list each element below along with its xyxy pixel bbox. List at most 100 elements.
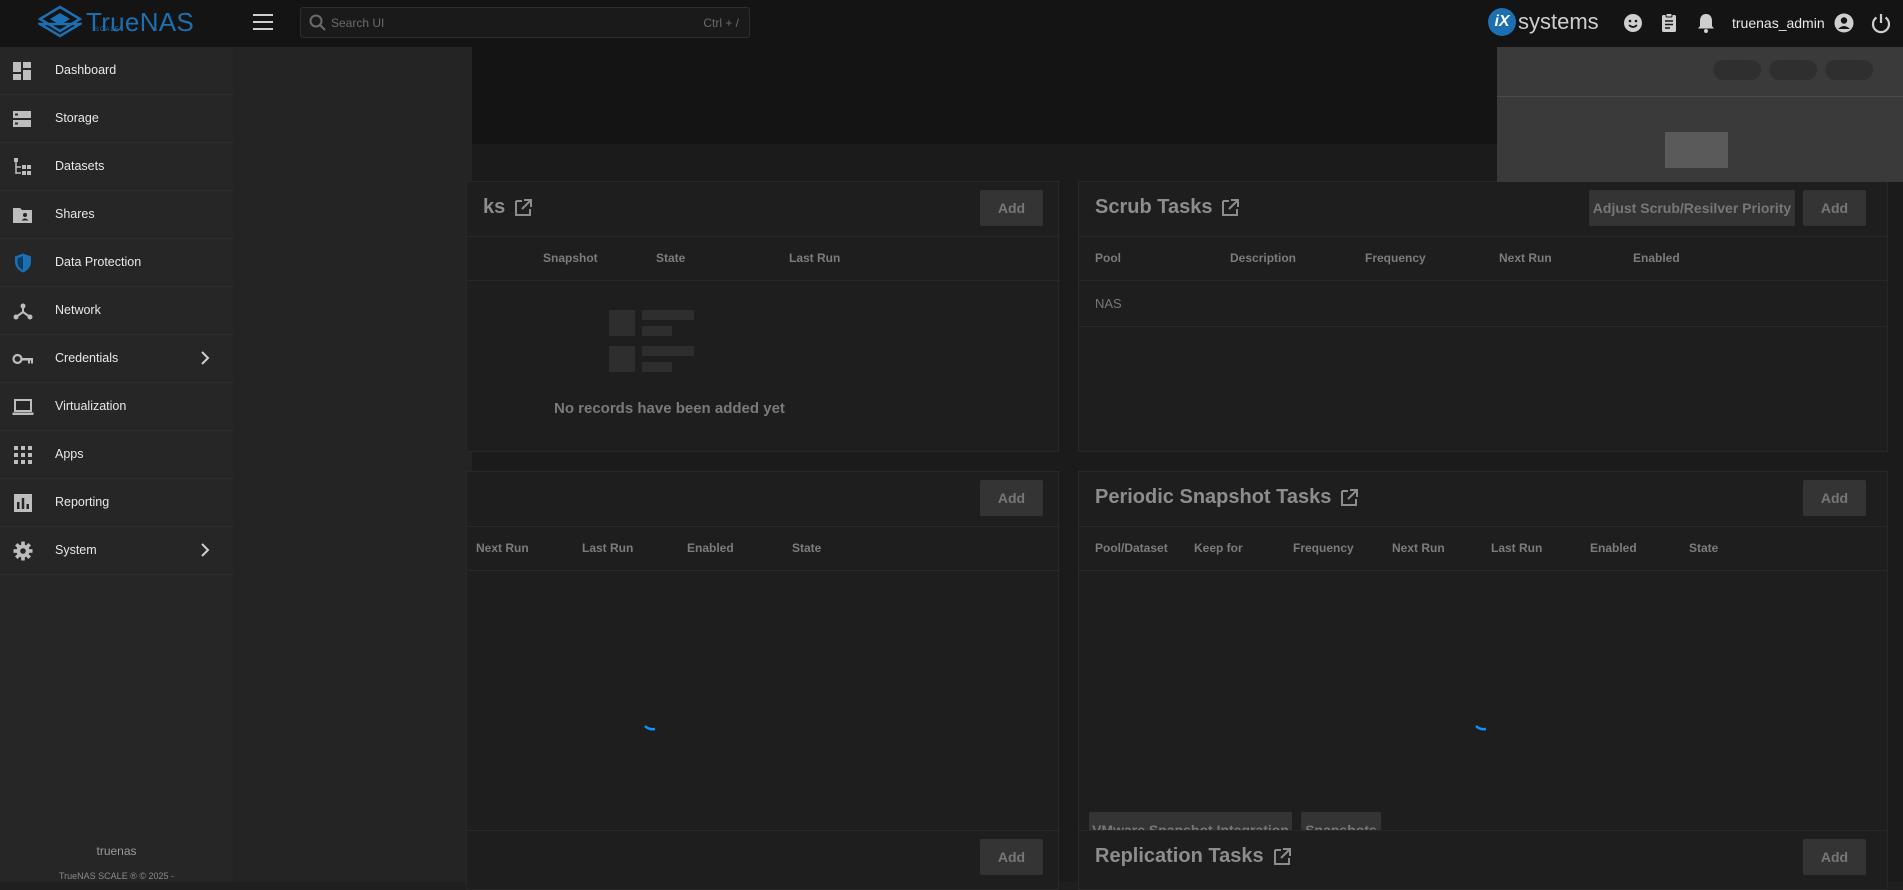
column-header[interactable]: Pool/Dataset (1095, 541, 1168, 555)
top-bar: TrueNAS SCALE Search UI Ctrl + / iX syst… (0, 0, 1903, 47)
add-button[interactable]: Add (980, 190, 1043, 226)
network-icon (13, 303, 33, 320)
placeholder-pill (1769, 60, 1817, 80)
sidebar-item-storage[interactable]: Storage (0, 95, 233, 143)
column-header[interactable]: State (656, 251, 685, 265)
table-header: Snapshot State Last Run (467, 236, 1060, 281)
adjust-scrub-priority-button[interactable]: Adjust Scrub/Resilver Priority (1589, 190, 1795, 226)
sidebar-item-label: Dashboard (55, 63, 117, 77)
copyright-label: TrueNAS SCALE ® © 2025 - (59, 871, 174, 881)
sidebar-item-data-protection[interactable]: Data Protection (0, 239, 233, 287)
column-header[interactable]: Pool (1095, 251, 1121, 265)
laptop-icon (12, 399, 34, 415)
table-header: Pool/Dataset Keep for Frequency Next Run… (1079, 526, 1887, 571)
column-header[interactable]: Next Run (1499, 251, 1552, 265)
add-button[interactable]: Add (1803, 190, 1866, 226)
apps-grid-icon (14, 446, 32, 464)
shares-icon (13, 208, 32, 223)
divider (1497, 96, 1903, 97)
username-label[interactable]: truenas_admin (1732, 15, 1825, 31)
open-in-new-icon[interactable] (1220, 198, 1240, 218)
loading-spinner-icon (644, 725, 656, 731)
sidebar-item-label: System (55, 543, 97, 557)
sidebar-subpanel (233, 47, 472, 882)
add-button[interactable]: Add (1803, 839, 1866, 875)
sidebar-item-system[interactable]: System (0, 527, 233, 575)
column-header[interactable]: Enabled (687, 541, 734, 555)
column-header[interactable]: Snapshot (543, 251, 598, 265)
sidebar-item-virtualization[interactable]: Virtualization (0, 383, 233, 431)
column-header[interactable]: Last Run (582, 541, 633, 555)
bottom-left-card: Add (466, 830, 1059, 890)
column-header[interactable]: Frequency (1365, 251, 1426, 265)
open-in-new-icon[interactable] (1339, 488, 1359, 508)
column-header[interactable]: Description (1230, 251, 1296, 265)
account-circle-icon[interactable] (1833, 12, 1855, 34)
loading-placeholder-panel (1497, 47, 1903, 182)
add-button[interactable]: Add (1803, 480, 1866, 516)
replication-tasks-card: Replication Tasks Add (1078, 830, 1888, 890)
column-header[interactable]: Enabled (1633, 251, 1680, 265)
table-row[interactable]: NAS (1079, 282, 1887, 327)
empty-state-message: No records have been added yet (554, 400, 785, 417)
card-title: Replication Tasks (1095, 845, 1292, 868)
clipboard-icon[interactable] (1658, 12, 1680, 34)
sidebar-item-label: Storage (55, 111, 99, 125)
sidebar-item-dashboard[interactable]: Dashboard (0, 47, 233, 95)
card-title-text: Replication Tasks (1095, 845, 1264, 867)
power-icon[interactable] (1870, 12, 1892, 34)
open-in-new-icon[interactable] (513, 198, 533, 218)
sidebar-item-datasets[interactable]: Datasets (0, 143, 233, 191)
feedback-smiley-icon[interactable] (1622, 12, 1644, 34)
card-title-text: Periodic Snapshot Tasks (1095, 486, 1332, 508)
sidebar-item-label: Virtualization (55, 399, 127, 413)
gear-icon (13, 541, 33, 561)
search-shortcut: Ctrl + / (703, 16, 739, 30)
chevron-right-icon (201, 543, 210, 557)
column-header[interactable]: Next Run (1392, 541, 1445, 555)
table-header: Next Run Last Run Enabled State (467, 526, 1060, 571)
sidebar-item-label: Data Protection (55, 255, 142, 269)
sidebar-item-apps[interactable]: Apps (0, 431, 233, 479)
sidebar-item-label: Credentials (55, 351, 119, 365)
sidebar-item-label: Apps (55, 447, 84, 461)
ix-text: systems (1518, 9, 1599, 34)
card-title: Scrub Tasks (1095, 196, 1240, 219)
placeholder-block (1665, 132, 1728, 168)
column-header[interactable]: Last Run (1491, 541, 1542, 555)
column-header[interactable]: State (1689, 541, 1718, 555)
cloud-sync-tasks-card: ks Add Snapshot State Last Run No record… (466, 181, 1060, 452)
placeholder-pill (1713, 60, 1761, 80)
column-header[interactable]: Frequency (1293, 541, 1354, 555)
placeholder-pill (1825, 60, 1873, 80)
column-header[interactable]: Enabled (1590, 541, 1637, 555)
column-header[interactable]: Last Run (789, 251, 840, 265)
bar-chart-icon (14, 494, 32, 512)
sidebar-item-shares[interactable]: Shares (0, 191, 233, 239)
hostname-label: truenas (96, 844, 137, 858)
key-icon (12, 353, 33, 365)
truenas-logo[interactable]: TrueNAS (38, 5, 194, 39)
search-input[interactable]: Search UI Ctrl + / (300, 7, 750, 38)
add-button[interactable]: Add (980, 480, 1043, 516)
sidebar-item-label: Reporting (55, 495, 110, 509)
truenas-logo-icon (38, 5, 82, 38)
sidebar-item-reporting[interactable]: Reporting (0, 479, 233, 527)
ix-badge: iX (1488, 8, 1516, 36)
sidebar-item-network[interactable]: Network (0, 287, 233, 335)
brand-sub: SCALE (95, 27, 120, 33)
notifications-bell-icon[interactable] (1695, 12, 1717, 34)
open-in-new-icon[interactable] (1272, 847, 1292, 867)
add-button[interactable]: Add (980, 839, 1043, 875)
column-header[interactable]: State (792, 541, 821, 555)
column-header[interactable]: Keep for (1194, 541, 1243, 555)
datasets-icon (14, 158, 31, 175)
storage-icon (13, 111, 31, 127)
menu-toggle-icon[interactable] (253, 14, 273, 32)
scrub-tasks-card: Scrub Tasks Adjust Scrub/Resilver Priori… (1078, 181, 1888, 452)
chevron-right-icon (201, 351, 210, 365)
sidebar-item-credentials[interactable]: Credentials (0, 335, 233, 383)
ixsystems-logo[interactable]: iX systems (1488, 8, 1599, 36)
card-title-text: Scrub Tasks (1095, 196, 1213, 218)
column-header[interactable]: Next Run (476, 541, 529, 555)
